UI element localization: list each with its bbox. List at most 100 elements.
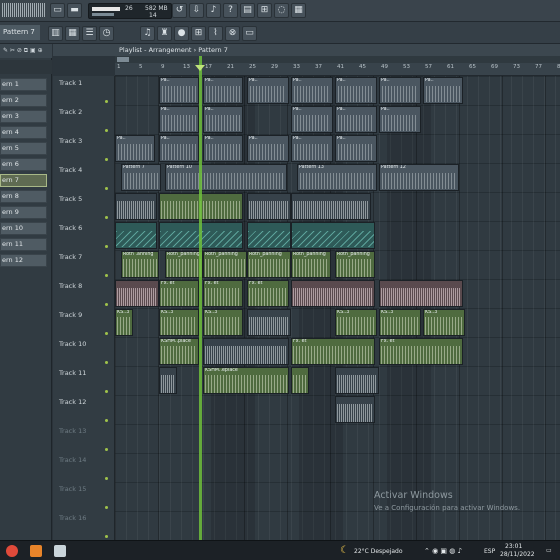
track-enable-led[interactable] bbox=[105, 390, 108, 393]
playhead-marker[interactable] bbox=[195, 65, 205, 71]
timeline-ruler[interactable]: 1591317212529333741454953576165697377818… bbox=[115, 56, 560, 76]
clock-time[interactable]: 23:01 bbox=[505, 543, 522, 550]
audio-clip[interactable]: KS..3 bbox=[423, 309, 465, 336]
pattern-clip[interactable]: Pa.. bbox=[159, 106, 199, 133]
pattern-clip[interactable]: Pa.. bbox=[203, 77, 243, 104]
track-enable-led[interactable] bbox=[105, 303, 108, 306]
pattern-clip[interactable]: Pa.. bbox=[379, 77, 421, 104]
pattern-clip[interactable]: Pa.. bbox=[159, 135, 199, 162]
track-name[interactable]: Track 11 bbox=[59, 369, 86, 377]
chain-icon[interactable]: ⊗ bbox=[225, 26, 240, 41]
tray-icons[interactable]: ⌃ ◉ ▣ ◍ ♪ bbox=[424, 547, 462, 555]
pattern-clip[interactable]: Pa.. bbox=[247, 77, 289, 104]
audio-clip[interactable]: KS..3 bbox=[203, 309, 243, 336]
audio-clip[interactable] bbox=[203, 338, 289, 365]
audio-clip[interactable]: Roth_panning bbox=[247, 251, 291, 278]
audio-clip[interactable]: KS..3 bbox=[159, 309, 199, 336]
notifications-icon[interactable]: ▭ bbox=[546, 547, 552, 554]
pattern-clip[interactable]: Pa.. bbox=[159, 77, 199, 104]
track-name[interactable]: Track 9 bbox=[59, 311, 82, 319]
track-name[interactable]: Track 16 bbox=[59, 514, 86, 522]
automation-clip[interactable] bbox=[115, 222, 157, 249]
track-name[interactable]: Track 3 bbox=[59, 137, 82, 145]
download-icon[interactable]: ⇩ bbox=[189, 3, 204, 18]
record-icon[interactable]: ● bbox=[174, 26, 189, 41]
audio-clip[interactable]: KS..3 bbox=[115, 309, 133, 336]
track-name[interactable]: Track 14 bbox=[59, 456, 86, 464]
audio-clip[interactable]: KS..3 bbox=[379, 309, 421, 336]
pattern-clip[interactable]: Pattern 10 bbox=[165, 164, 287, 191]
track-name[interactable]: Track 12 bbox=[59, 398, 86, 406]
picker-item[interactable]: ern 10 bbox=[0, 222, 47, 235]
track-name[interactable]: Track 10 bbox=[59, 340, 86, 348]
audio-clip[interactable]: Roth .anning bbox=[121, 251, 159, 278]
track-enable-led[interactable] bbox=[105, 129, 108, 132]
track-enable-led[interactable] bbox=[105, 419, 108, 422]
track-name[interactable]: Track 8 bbox=[59, 282, 82, 290]
audio-clip[interactable] bbox=[247, 309, 291, 336]
grid-icon[interactable]: ⊞ bbox=[191, 26, 206, 41]
picker-item[interactable]: ern 6 bbox=[0, 158, 47, 171]
piano-icon[interactable]: ▦ bbox=[291, 3, 306, 18]
track-name[interactable]: Track 15 bbox=[59, 485, 86, 493]
pattern-clip[interactable]: Pa.. bbox=[335, 135, 377, 162]
picker-item[interactable]: ern 8 bbox=[0, 190, 47, 203]
audio-clip[interactable] bbox=[291, 367, 309, 394]
microphone-icon[interactable]: ♪ bbox=[206, 3, 221, 18]
track-enable-led[interactable] bbox=[105, 216, 108, 219]
mixer-icon[interactable]: ☰ bbox=[82, 26, 97, 41]
picker-item[interactable]: ern 3 bbox=[0, 110, 47, 123]
picker-item[interactable]: ern 11 bbox=[0, 238, 47, 251]
audio-clip[interactable]: Roth_panning bbox=[335, 251, 375, 278]
picker-item[interactable]: ern 12 bbox=[0, 254, 47, 267]
audio-clip[interactable]: KSHM..place bbox=[159, 338, 199, 365]
track-name[interactable]: Track 13 bbox=[59, 427, 86, 435]
language-indicator[interactable]: ESP bbox=[484, 548, 495, 555]
automation-clip[interactable] bbox=[291, 222, 375, 249]
track-enable-led[interactable] bbox=[105, 187, 108, 190]
snap-icon[interactable]: ⌇ bbox=[208, 26, 223, 41]
tempo-tap-icon[interactable]: ◷ bbox=[99, 26, 114, 41]
clock-date[interactable]: 28/11/2022 bbox=[500, 551, 535, 558]
track-name[interactable]: Track 1 bbox=[59, 79, 82, 87]
overview-scrollbar[interactable] bbox=[115, 56, 560, 63]
fl-studio-icon[interactable] bbox=[30, 545, 42, 557]
chrome-icon[interactable] bbox=[6, 545, 18, 557]
audio-clip[interactable] bbox=[335, 396, 375, 423]
track-name[interactable]: Track 2 bbox=[59, 108, 82, 116]
playlist-pattern[interactable]: Pattern 7 bbox=[198, 46, 228, 54]
picker-item[interactable]: ern 5 bbox=[0, 142, 47, 155]
folder-icon[interactable]: ▭ bbox=[242, 26, 257, 41]
track-enable-led[interactable] bbox=[105, 448, 108, 451]
pattern-clip[interactable]: Pa.. bbox=[291, 135, 333, 162]
app-icon[interactable] bbox=[54, 545, 66, 557]
audio-clip[interactable] bbox=[115, 193, 157, 220]
pattern-selector[interactable]: Pattern 7 bbox=[0, 25, 40, 40]
track-name[interactable]: Track 5 bbox=[59, 195, 82, 203]
picker-item[interactable]: ern 7 bbox=[0, 174, 47, 187]
track-enable-led[interactable] bbox=[105, 535, 108, 538]
pattern-clip[interactable]: Pattern 12 bbox=[379, 164, 459, 191]
chat-icon[interactable]: ◌ bbox=[274, 3, 289, 18]
pattern-clip[interactable]: Pa.. bbox=[115, 135, 155, 162]
audio-clip[interactable] bbox=[247, 193, 291, 220]
audio-clip[interactable]: Roth_panning bbox=[165, 251, 203, 278]
pattern-clip[interactable]: Pa.. bbox=[203, 106, 243, 133]
audio-clip[interactable] bbox=[291, 280, 375, 307]
audio-clip[interactable] bbox=[291, 193, 371, 220]
pattern-clip[interactable]: Pa.. bbox=[291, 106, 333, 133]
pattern-clip[interactable]: Pattern 13 bbox=[297, 164, 377, 191]
pattern-clip[interactable]: Pattern 7 bbox=[121, 164, 161, 191]
picker-item[interactable]: ern 4 bbox=[0, 126, 47, 139]
undo-icon[interactable]: ↺ bbox=[172, 3, 187, 18]
picker-item[interactable]: ern 1 bbox=[0, 78, 47, 91]
pattern-clip[interactable]: Pa.. bbox=[423, 77, 463, 104]
track-name[interactable]: Track 4 bbox=[59, 166, 82, 174]
audio-clip[interactable] bbox=[379, 280, 463, 307]
track-enable-led[interactable] bbox=[105, 245, 108, 248]
browser-icon[interactable]: ⊞ bbox=[257, 3, 272, 18]
pattern-clip[interactable]: Pa.. bbox=[379, 106, 421, 133]
track-enable-led[interactable] bbox=[105, 158, 108, 161]
picker-item[interactable]: ern 2 bbox=[0, 94, 47, 107]
help-icon[interactable]: ? bbox=[223, 3, 238, 18]
